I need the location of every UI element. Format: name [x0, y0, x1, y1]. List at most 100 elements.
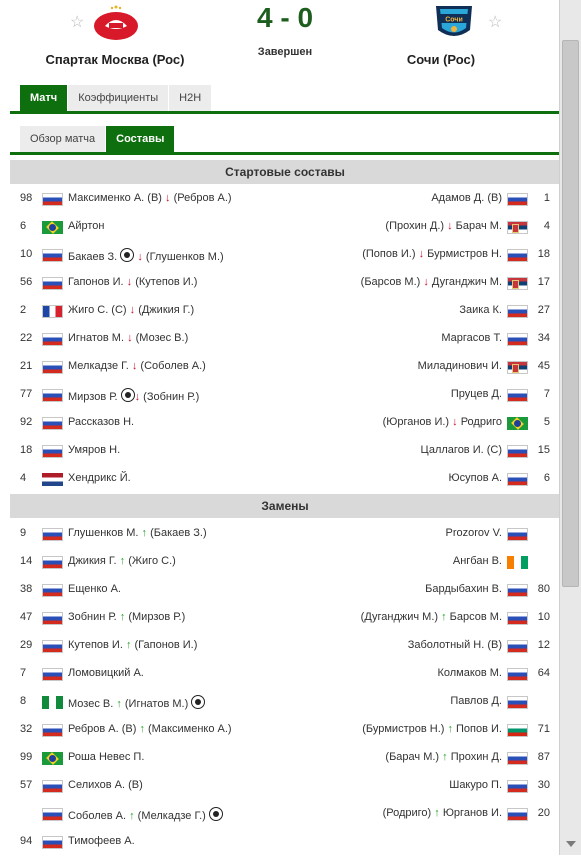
- flag-ru-icon: [42, 193, 63, 206]
- away-player[interactable]: Павлов Д.: [450, 695, 502, 707]
- player-name-text: (Бурмистров Н.): [362, 723, 448, 735]
- flag-ru-icon: [507, 752, 528, 765]
- away-player-number: 7: [543, 388, 550, 400]
- tab-odds[interactable]: Коэффициенты: [68, 85, 169, 111]
- away-player[interactable]: Колмаков М.: [437, 667, 502, 679]
- away-player-number: 27: [537, 304, 550, 316]
- home-player-number: 8: [20, 695, 27, 707]
- flag-ru-icon: [507, 808, 528, 821]
- favorite-star-icon[interactable]: ☆: [70, 12, 84, 32]
- away-player[interactable]: Миладинович И.: [418, 360, 502, 372]
- away-player[interactable]: Ангбан В.: [453, 555, 502, 567]
- home-player[interactable]: Селихов А. (В): [68, 779, 143, 791]
- away-player[interactable]: (Барач М.) ↑ Прохин Д.: [385, 751, 502, 763]
- home-player-number: 9: [20, 527, 27, 539]
- flag-rs-icon: [507, 221, 528, 234]
- away-player[interactable]: Юсупов А.: [449, 472, 502, 484]
- home-player[interactable]: Мозес В. ↑ (Игнатов М.): [68, 695, 206, 710]
- flag-ru-icon: [507, 445, 528, 458]
- away-player[interactable]: Заболотный Н. (В): [408, 639, 502, 651]
- flag-br-icon: [42, 752, 63, 765]
- home-player[interactable]: Кутепов И. ↑ (Гапонов И.): [68, 639, 197, 651]
- away-player-number: 5: [543, 416, 550, 428]
- home-player[interactable]: Рассказов Н.: [68, 416, 134, 428]
- home-player[interactable]: Тимофеев А.: [68, 835, 135, 847]
- away-player[interactable]: Prozorov V.: [446, 527, 502, 539]
- away-player[interactable]: Цаллагов И. (C): [420, 444, 502, 456]
- tab-match[interactable]: Матч: [20, 85, 68, 111]
- player-name-text: Юсупов А.: [448, 472, 502, 484]
- tab-h2h[interactable]: H2H: [169, 85, 212, 111]
- home-player[interactable]: Умяров Н.: [68, 444, 120, 456]
- away-player[interactable]: (Прохин Д.) ↓ Барач М.: [385, 220, 502, 232]
- away-player[interactable]: (Юрганов И.) ↓ Родриго: [383, 416, 502, 428]
- away-player[interactable]: (Родриго) ↑ Юрганов И.: [383, 807, 502, 819]
- home-player[interactable]: Гапонов И. ↓ (Кутепов И.): [68, 276, 197, 288]
- away-player[interactable]: (Барсов М.) ↓ Дуганджич М.: [361, 276, 502, 288]
- player-name-text: Кутепов И.: [68, 639, 126, 651]
- player-name-text: Барсов М.: [446, 611, 502, 623]
- away-player[interactable]: (Дуганджич М.) ↑ Барсов М.: [361, 611, 502, 623]
- flag-ru-icon: [507, 612, 528, 625]
- player-name-text: Рассказов Н.: [68, 416, 135, 428]
- player-name-text: Колмаков М.: [437, 667, 502, 679]
- home-player[interactable]: Соболев А. ↑ (Мелкадзе Г.): [68, 807, 223, 822]
- player-name-text: (Мелкадзе Г.): [134, 810, 209, 822]
- scrollbar-thumb[interactable]: [562, 40, 579, 587]
- away-player[interactable]: Адамов Д. (В): [431, 192, 502, 204]
- player-name-text: Тимофеев А.: [68, 835, 135, 847]
- tab-lineups[interactable]: Составы: [106, 126, 175, 152]
- match-score: 4 - 0: [256, 2, 314, 33]
- home-player-number: 94: [20, 835, 33, 847]
- home-player[interactable]: Ещенко А.: [68, 583, 121, 595]
- flag-ru-icon: [507, 305, 528, 318]
- home-player[interactable]: Джикия Г. ↑ (Жиго С.): [68, 555, 176, 567]
- home-player[interactable]: Мирзов Р. ↓ (Зобнин Р.): [68, 388, 199, 403]
- home-player[interactable]: Ребров А. (В) ↑ (Максименко А.): [68, 723, 232, 735]
- home-player[interactable]: Айртон: [68, 220, 104, 232]
- match-lineups-page: ☆ Спартак Москва (Рос) 4 - 0 Завершен Со…: [0, 0, 560, 855]
- flag-ru-icon: [507, 249, 528, 262]
- lineup-row: 98 Максименко А. (В) ↓ (Ребров А.) 1 Адамов…: [10, 185, 560, 213]
- away-team-name[interactable]: Сочи (Рос): [356, 52, 526, 67]
- player-name-text: Цаллагов И. (C): [420, 444, 502, 456]
- lineup-row: 94 Тимофеев А.: [10, 828, 560, 856]
- substitutes-list: 9 Глушенков М. ↑ (Бакаев З.) Prozorov V. 14…: [10, 520, 560, 856]
- home-player[interactable]: Роша Невес П.: [68, 751, 144, 763]
- home-player[interactable]: Жиго С. (C) ↓ (Джикия Г.): [68, 304, 194, 316]
- vertical-scrollbar[interactable]: [559, 0, 581, 855]
- home-player[interactable]: Игнатов М. ↓ (Мозес В.): [68, 332, 188, 344]
- player-name-text: Соболев А.: [68, 810, 130, 822]
- flag-ru-icon: [42, 333, 63, 346]
- lineup-row: 22 Игнатов М. ↓ (Мозес В.) 34 Маргасов Т.: [10, 325, 560, 353]
- scroll-down-arrow-icon[interactable]: [566, 841, 576, 847]
- away-player[interactable]: Заика К.: [459, 304, 502, 316]
- home-player[interactable]: Хендрикс Й.: [68, 472, 131, 484]
- home-team-name[interactable]: Спартак Москва (Рос): [20, 52, 210, 67]
- away-player[interactable]: (Бурмистров Н.) ↑ Попов И.: [362, 723, 502, 735]
- home-player[interactable]: Ломовицкий А.: [68, 667, 144, 679]
- player-name-text: Прохин Д.: [447, 751, 502, 763]
- away-player[interactable]: (Попов И.) ↓ Бурмистров Н.: [362, 248, 502, 260]
- away-player-number: 15: [537, 444, 550, 456]
- home-player[interactable]: Глушенков М. ↑ (Бакаев З.): [68, 527, 207, 539]
- goal-ball-icon: [208, 807, 223, 821]
- flag-ru-icon: [42, 249, 63, 262]
- home-player-number: 10: [20, 248, 33, 260]
- favorite-star-icon[interactable]: ☆: [488, 12, 502, 32]
- away-player[interactable]: Маргасов Т.: [441, 332, 502, 344]
- away-player[interactable]: Шакуро П.: [449, 779, 502, 791]
- lineup-row: 7 Ломовицкий А. 64 Колмаков М.: [10, 660, 560, 688]
- away-player[interactable]: Бардыбахин В.: [425, 583, 502, 595]
- goal-ball-icon: [120, 248, 135, 262]
- player-name-text: (Юрганов И.): [382, 416, 453, 428]
- home-player[interactable]: Бакаев З. ↓ (Глушенков М.): [68, 248, 224, 263]
- home-player-number: 4: [20, 472, 27, 484]
- home-player[interactable]: Мелкадзе Г. ↓ (Соболев А.): [68, 360, 206, 372]
- home-player[interactable]: Максименко А. (В) ↓ (Ребров А.): [68, 192, 232, 204]
- home-player-number: 38: [20, 583, 33, 595]
- tab-match-overview[interactable]: Обзор матча: [20, 126, 106, 152]
- flag-ru-icon: [42, 612, 63, 625]
- home-player[interactable]: Зобнин Р. ↑ (Мирзов Р.): [68, 611, 185, 623]
- away-player[interactable]: Пруцев Д.: [451, 388, 502, 400]
